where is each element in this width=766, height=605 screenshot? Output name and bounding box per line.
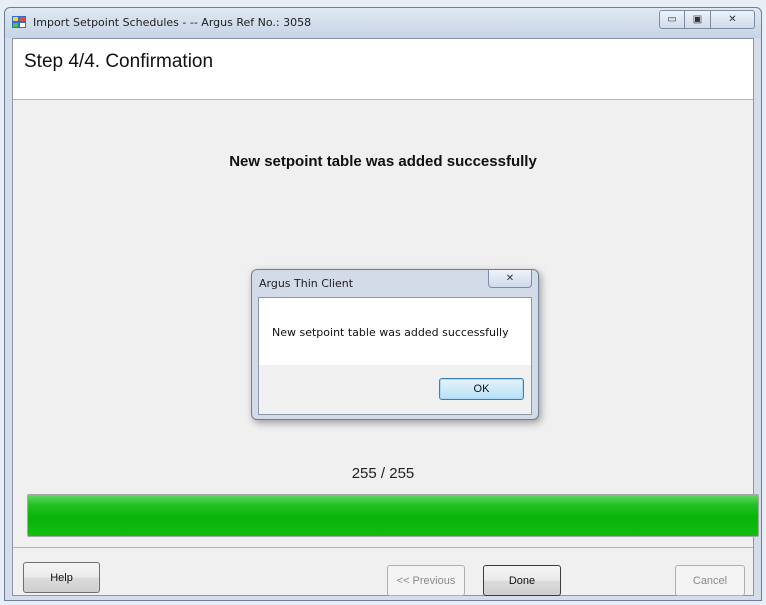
close-button[interactable]: ✕ [711,10,755,29]
close-icon: ✕ [728,14,737,25]
maximize-button[interactable]: ▣ [685,10,711,29]
maximize-icon: ▣ [692,14,703,25]
step-title: Step 4/4. Confirmation [24,51,214,72]
dialog-close-button[interactable]: ✕ [488,270,532,288]
progress-bar [27,494,759,537]
message-dialog: Argus Thin Client ✕ New setpoint table w… [251,269,539,420]
wizard-client-area: Step 4/4. Confirmation New setpoint tabl… [12,38,759,598]
close-icon: ✕ [505,273,515,284]
progress-fill [28,495,758,536]
help-button[interactable]: Help [23,562,100,593]
title-bar: Import Setpoint Schedules - -- Argus Ref… [5,8,761,38]
minimize-button[interactable]: ▭ [659,10,685,29]
minimize-icon: ▭ [667,14,677,25]
caption-buttons: ▭ ▣ ✕ [659,10,755,29]
app-icon [12,16,26,28]
import-window: Import Setpoint Schedules - -- Argus Ref… [4,7,762,601]
dialog-message-area: New setpoint table was added successfull… [259,298,531,365]
window-title: Import Setpoint Schedules - -- Argus Ref… [33,16,312,29]
footer-bar: Help << Previous Done Cancel [13,547,753,598]
previous-button[interactable]: << Previous [387,565,465,596]
step-header: Step 4/4. Confirmation [13,39,753,100]
ok-button[interactable]: OK [439,378,524,400]
dialog-title: Argus Thin Client [259,277,354,290]
progress-counter: 255 / 255 [351,465,415,482]
cancel-button[interactable]: Cancel [675,565,745,596]
success-message: New setpoint table was added successfull… [229,153,537,170]
dialog-message: New setpoint table was added successfull… [272,326,509,339]
dialog-body: New setpoint table was added successfull… [258,297,532,415]
done-button[interactable]: Done [483,565,561,596]
